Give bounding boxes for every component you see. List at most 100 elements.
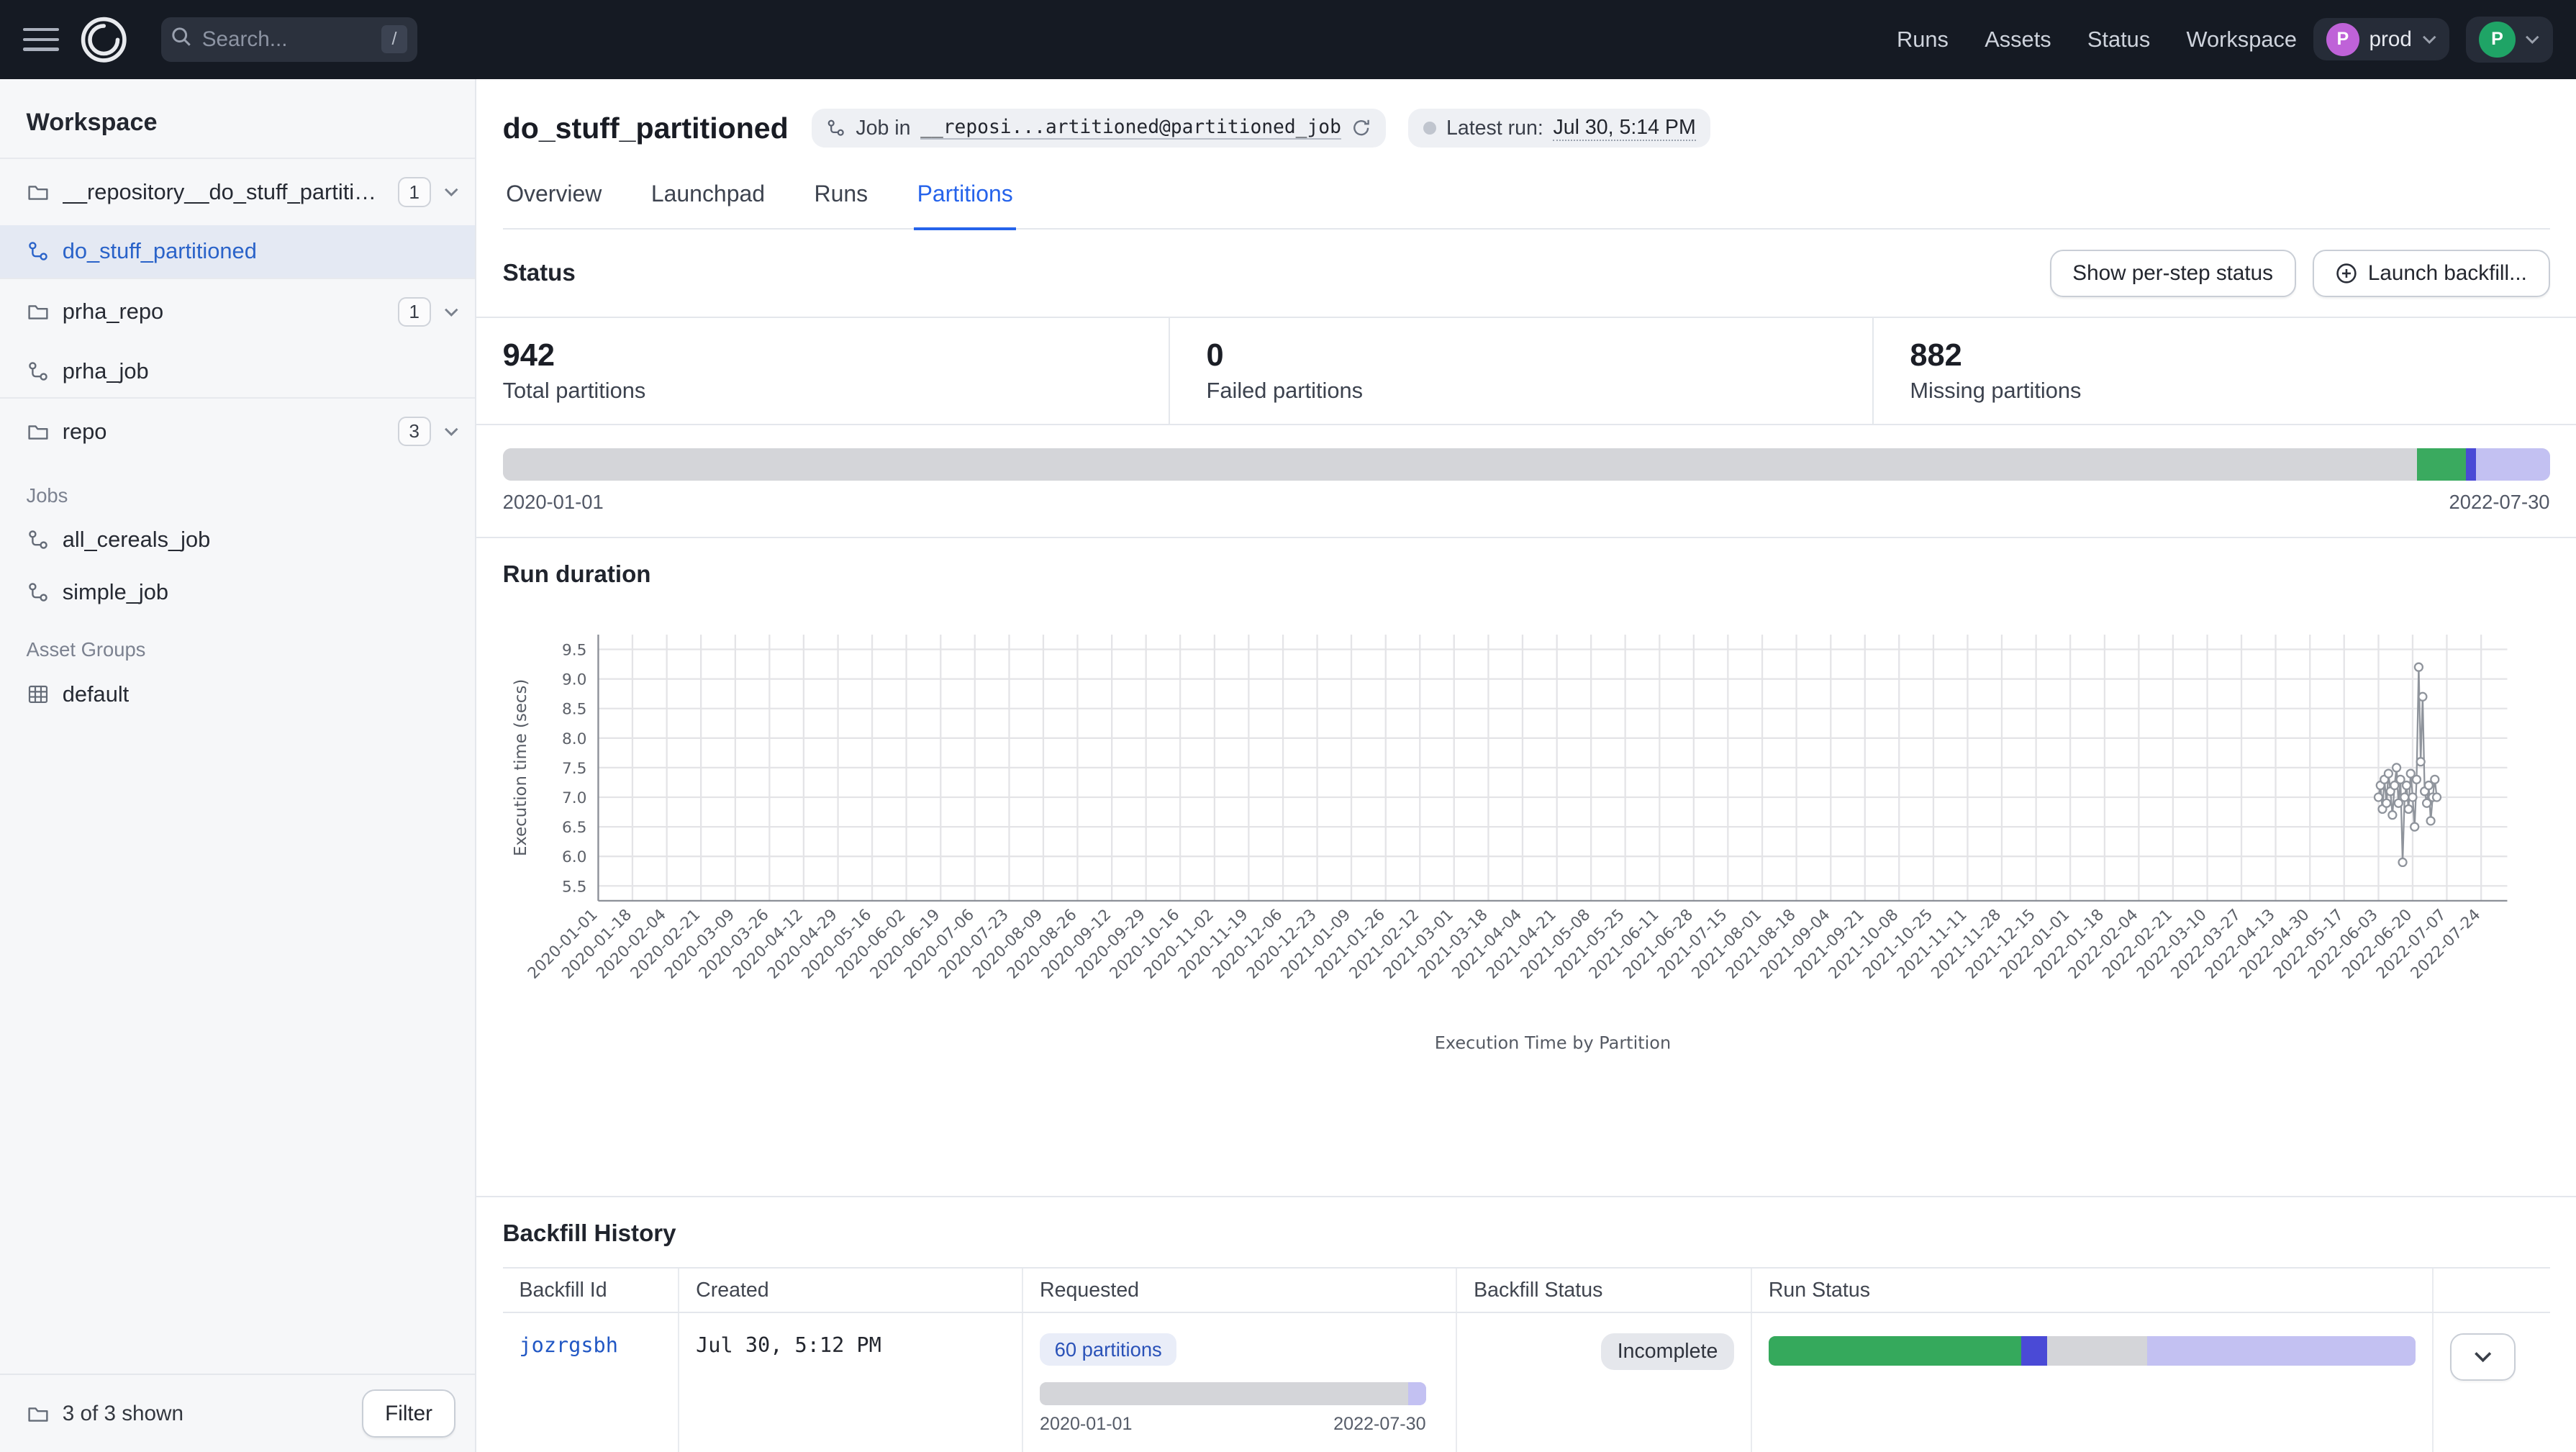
sidebar-item-default-asset-group[interactable]: default	[0, 668, 475, 721]
run-status-bar[interactable]	[1769, 1336, 2416, 1366]
requested-partitions-chip[interactable]: 60 partitions	[1040, 1333, 1176, 1366]
latest-run-label: Latest run:	[1446, 117, 1543, 140]
partition-status-bar-wrap	[476, 425, 2576, 481]
main-content: do_stuff_partitioned Job in __reposi...a…	[476, 79, 2576, 1452]
repo-label: repo	[63, 419, 107, 445]
chevron-down-icon	[2422, 35, 2437, 45]
primary-nav: Runs Assets Status Workspace	[1897, 27, 2297, 53]
col-backfill-status: Backfill Status	[1456, 1268, 1751, 1312]
job-icon	[27, 528, 50, 551]
partition-stats: 942 Total partitions 0 Failed partitions…	[476, 317, 2576, 425]
requested-end-date: 2022-07-30	[1333, 1414, 1425, 1435]
backfill-status-badge: Incomplete	[1601, 1333, 1734, 1370]
job-chip-target[interactable]: __reposi...artitioned@partitioned_job	[920, 117, 1341, 140]
run-duration-chart-wrap: 2020-01-012020-01-182020-02-042020-02-21…	[476, 612, 2576, 1196]
chevron-down-icon[interactable]	[444, 427, 459, 437]
sidebar-repo-do-stuff[interactable]: __repository__do_stuff_partitio... 1	[0, 159, 475, 224]
svg-text:9.0: 9.0	[562, 671, 586, 689]
chevron-down-icon	[2525, 35, 2540, 45]
nav-status[interactable]: Status	[2087, 27, 2150, 53]
deployment-avatar: P	[2326, 23, 2359, 56]
chevron-down-icon[interactable]	[444, 307, 459, 317]
user-avatar: P	[2479, 22, 2515, 58]
col-run-status: Run Status	[1751, 1268, 2433, 1312]
svg-text:5.5: 5.5	[562, 878, 586, 896]
tab-overview[interactable]: Overview	[503, 181, 605, 230]
requested-start-date: 2020-01-01	[1040, 1414, 1132, 1435]
run-status-dot	[1423, 122, 1436, 135]
job-label: do_stuff_partitioned	[63, 238, 257, 264]
launch-backfill-button[interactable]: Launch backfill...	[2313, 250, 2550, 297]
partition-bar-dates: 2020-01-01 2022-07-30	[476, 481, 2576, 537]
backfill-id-link[interactable]: jozrgsbh	[519, 1333, 617, 1357]
menu-button[interactable]	[23, 24, 59, 54]
job-chip-prefix: Job in	[856, 117, 910, 140]
reload-icon[interactable]	[1351, 118, 1371, 137]
repo-label: __repository__do_stuff_partitio...	[63, 179, 385, 205]
job-label: simple_job	[63, 579, 168, 605]
sidebar-repo-prha-repo[interactable]: prha_repo 1	[0, 279, 475, 345]
svg-text:8.5: 8.5	[562, 701, 586, 719]
execution-time-chart: 2020-01-012020-01-182020-02-042020-02-21…	[503, 612, 2550, 1058]
page-header: do_stuff_partitioned Job in __reposi...a…	[476, 79, 2576, 230]
folder-icon	[27, 181, 50, 204]
asset-groups-section-label: Asset Groups	[0, 619, 475, 668]
tab-partitions[interactable]: Partitions	[914, 181, 1016, 230]
repo-count-badge: 3	[398, 417, 431, 446]
job-icon	[826, 118, 845, 137]
latest-run-value[interactable]: Jul 30, 5:14 PM	[1553, 116, 1695, 141]
sidebar-item-do-stuff-partitioned[interactable]: do_stuff_partitioned	[0, 225, 475, 278]
table-row: jozrgsbh Jul 30, 5:12 PM 60 partitions 2…	[503, 1312, 2550, 1452]
svg-text:6.5: 6.5	[562, 819, 586, 837]
nav-runs[interactable]: Runs	[1897, 27, 1949, 53]
chevron-down-icon[interactable]	[444, 187, 459, 197]
stat-label: Missing partitions	[1910, 378, 2549, 404]
show-per-step-status-button[interactable]: Show per-step status	[2050, 250, 2296, 297]
stat-total-partitions: 942 Total partitions	[476, 318, 1169, 424]
sidebar-footer: 3 of 3 shown Filter	[0, 1374, 475, 1452]
bar-start-date: 2020-01-01	[503, 491, 604, 514]
shown-count: 3 of 3 shown	[63, 1402, 183, 1426]
shell: Workspace __repository__do_stuff_partiti…	[0, 79, 2576, 1452]
tab-runs[interactable]: Runs	[811, 181, 871, 230]
search-box[interactable]: /	[161, 17, 417, 62]
sidebar-item-prha-job[interactable]: prha_job	[0, 345, 475, 397]
stat-label: Total partitions	[503, 378, 1143, 404]
nav-assets[interactable]: Assets	[1985, 27, 2051, 53]
job-label: all_cereals_job	[63, 527, 211, 553]
sidebar-repo-repo[interactable]: repo 3	[0, 399, 475, 464]
job-label: prha_job	[63, 358, 149, 384]
backfill-history-section: Backfill History Backfill Id Created Req…	[476, 1196, 2576, 1452]
expand-row-button[interactable]	[2450, 1333, 2516, 1381]
stat-label: Failed partitions	[1207, 378, 1846, 404]
latest-run-chip: Latest run: Jul 30, 5:14 PM	[1408, 109, 1710, 148]
search-input[interactable]	[202, 27, 371, 52]
filter-button[interactable]: Filter	[362, 1389, 455, 1437]
folder-icon	[27, 1402, 50, 1425]
svg-text:Execution time (secs): Execution time (secs)	[512, 679, 530, 856]
partition-status-bar[interactable]	[503, 448, 2550, 481]
nav-workspace[interactable]: Workspace	[2186, 27, 2297, 53]
folder-icon	[27, 420, 50, 443]
table-header-row: Backfill Id Created Requested Backfill S…	[503, 1268, 2550, 1312]
page-title: do_stuff_partitioned	[503, 112, 789, 145]
plus-circle-icon	[2335, 262, 2358, 285]
job-icon	[27, 581, 50, 604]
tab-launchpad[interactable]: Launchpad	[648, 181, 768, 230]
backfill-table: Backfill Id Created Requested Backfill S…	[503, 1267, 2550, 1452]
repo-count-badge: 1	[398, 297, 431, 327]
top-navbar: / Runs Assets Status Workspace P prod P	[0, 0, 2576, 79]
stat-value: 882	[1910, 338, 2549, 373]
user-menu[interactable]: P	[2466, 17, 2553, 63]
folder-icon	[27, 300, 50, 323]
jobs-section-label: Jobs	[0, 464, 475, 514]
svg-text:Execution Time by Partition: Execution Time by Partition	[1434, 1033, 1670, 1053]
job-origin-chip: Job in __reposi...artitioned@partitioned…	[812, 109, 1386, 148]
asset-group-icon	[27, 683, 50, 706]
deployment-switcher[interactable]: P prod	[2313, 18, 2449, 60]
sidebar-item-simple-job[interactable]: simple_job	[0, 566, 475, 619]
sidebar-item-all-cereals-job[interactable]: all_cereals_job	[0, 514, 475, 566]
bar-end-date: 2022-07-30	[2449, 491, 2550, 514]
chevron-down-icon	[2473, 1351, 2493, 1363]
repo-label: prha_repo	[63, 299, 163, 325]
